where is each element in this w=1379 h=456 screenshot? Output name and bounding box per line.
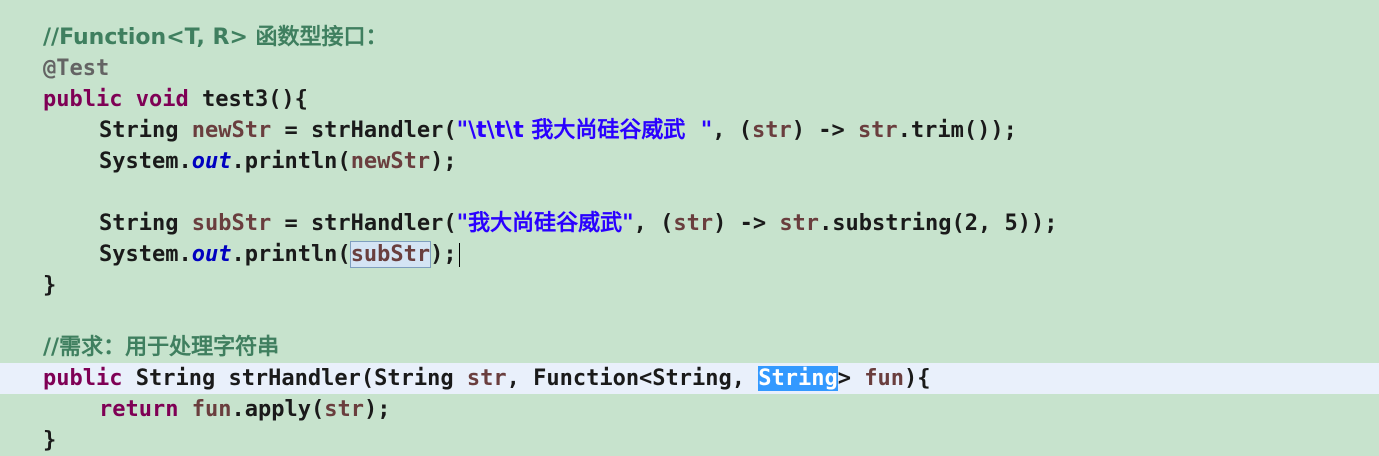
code-token: System.	[99, 242, 192, 267]
code-token: .trim());	[897, 118, 1017, 143]
code-token: str	[673, 211, 714, 236]
code-token: System.	[99, 149, 192, 174]
code-token: out	[191, 149, 232, 174]
code-token: str	[466, 366, 507, 391]
code-token: "\t\t\t 我大尚硅谷威武 "	[456, 118, 713, 143]
code-token: String	[758, 366, 838, 391]
code-token: ){	[904, 366, 931, 391]
code-token: public	[43, 366, 123, 391]
code-token: );	[430, 242, 457, 267]
code-token: .substring(2, 5));	[819, 211, 1058, 236]
code-token: return	[99, 397, 179, 422]
code-token: , (	[712, 118, 752, 143]
code-token: .println(	[231, 242, 351, 267]
code-token: fun	[864, 366, 905, 391]
code-token: );	[363, 397, 391, 422]
code-token: }	[43, 428, 57, 453]
code-token: .apply(	[231, 397, 325, 422]
code-token: void	[135, 87, 189, 112]
code-token: "我大尚硅谷威武"	[456, 211, 634, 236]
code-token: String	[99, 211, 192, 236]
code-token: subStr	[349, 241, 432, 268]
code-token: }	[43, 273, 57, 298]
code-token: test3(){	[188, 87, 308, 112]
code-token: out	[191, 242, 232, 267]
code-token: fun	[191, 397, 232, 422]
code-line-5[interactable]: System.out.println(newStr);	[0, 146, 1379, 177]
code-line-3[interactable]: public void test3(){	[0, 84, 1379, 115]
code-line-2[interactable]: @Test	[0, 53, 1379, 84]
code-token: , Function<String,	[506, 366, 759, 391]
code-line-7[interactable]: String subStr = strHandler("我大尚硅谷威武", (s…	[0, 208, 1379, 239]
code-token: .println(	[231, 149, 351, 174]
code-line-13[interactable]: return fun.apply(str);	[0, 394, 1379, 425]
text-caret	[458, 243, 460, 267]
code-token: ) ->	[713, 211, 780, 236]
code-token: //Function<T, R> 函数型接口：	[43, 25, 388, 50]
code-line-1[interactable]: //Function<T, R> 函数型接口：	[0, 22, 1379, 53]
code-token: subStr	[191, 211, 272, 236]
code-token: str	[751, 118, 792, 143]
code-line-9[interactable]: }	[0, 270, 1379, 301]
code-token: ) ->	[791, 118, 858, 143]
code-token: //需求：用于处理字符串	[43, 335, 280, 360]
code-editor[interactable]: //Function<T, R> 函数型接口： @Test public voi…	[0, 0, 1379, 456]
code-line-14[interactable]: }	[0, 425, 1379, 456]
code-line-11[interactable]: //需求：用于处理字符串	[0, 332, 1379, 363]
code-token: public	[43, 87, 123, 112]
code-token: = strHandler(	[271, 118, 457, 143]
code-token: str	[857, 118, 898, 143]
code-token: str	[779, 211, 820, 236]
code-line-12[interactable]: public String strHandler(String str, Fun…	[0, 363, 1379, 394]
code-line-10[interactable]	[0, 301, 1379, 332]
code-token: );	[430, 149, 457, 174]
code-token: str	[324, 397, 364, 422]
code-token: String strHandler(String	[122, 366, 467, 391]
code-token: = strHandler(	[271, 211, 457, 236]
code-token: newStr	[350, 149, 431, 174]
code-token: >	[837, 366, 865, 391]
code-token: @Test	[43, 56, 110, 81]
code-token: newStr	[191, 118, 272, 143]
code-line-8[interactable]: System.out.println(subStr);	[0, 239, 1379, 270]
code-line-4[interactable]: String newStr = strHandler("\t\t\t 我大尚硅谷…	[0, 115, 1379, 146]
code-token: , (	[633, 211, 674, 236]
code-token: String	[99, 118, 192, 143]
code-line-6[interactable]	[0, 177, 1379, 208]
